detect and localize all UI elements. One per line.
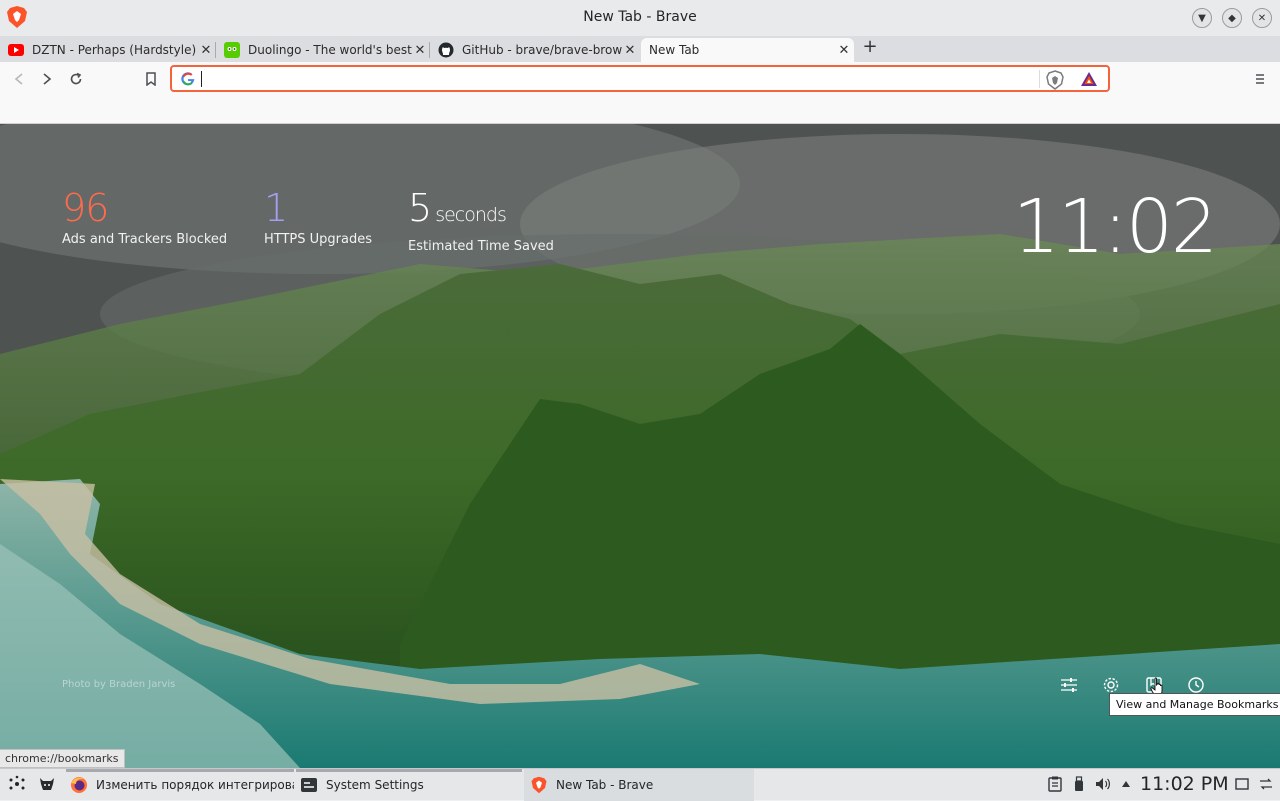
tab-label: New Tab bbox=[649, 43, 700, 57]
close-tab-icon[interactable]: ✕ bbox=[622, 43, 638, 58]
desktop-icon bbox=[1235, 778, 1249, 790]
task-label: System Settings bbox=[326, 778, 424, 792]
clipboard-icon bbox=[1048, 776, 1062, 792]
firefox-icon bbox=[70, 776, 88, 794]
brave-rewards-icon[interactable] bbox=[1080, 71, 1098, 87]
window-titlebar: New Tab - Brave ▼ ◆ ✕ bbox=[0, 0, 1280, 36]
time-saved-label: Estimated Time Saved bbox=[408, 239, 554, 254]
devices-tray-button[interactable] bbox=[1070, 775, 1088, 793]
usb-drive-icon bbox=[1075, 776, 1083, 791]
google-icon bbox=[181, 72, 195, 86]
close-tab-icon[interactable]: ✕ bbox=[412, 43, 428, 58]
tab-duolingo[interactable]: Duolingo - The world's best wa ✕ bbox=[216, 38, 430, 62]
chevron-up-icon bbox=[1122, 781, 1130, 787]
chevron-down-icon: ▼ bbox=[1198, 12, 1206, 24]
close-window-button[interactable]: ✕ bbox=[1252, 8, 1272, 28]
https-upgrades-count: 1 bbox=[264, 186, 288, 230]
time-saved-unit: seconds bbox=[435, 204, 507, 226]
window-title: New Tab - Brave bbox=[583, 9, 697, 25]
panel-arrows-icon bbox=[1260, 778, 1272, 790]
clipboard-tray-button[interactable] bbox=[1046, 775, 1064, 793]
reload-icon bbox=[70, 72, 82, 85]
tab-label: GitHub - brave/brave-browser bbox=[462, 43, 622, 57]
volume-tray-button[interactable] bbox=[1094, 775, 1112, 793]
brave-icon bbox=[530, 776, 548, 794]
task-label: New Tab - Brave bbox=[556, 778, 654, 792]
new-tab-button[interactable]: + bbox=[860, 38, 880, 58]
stat-ads-blocked: 96 Ads and Trackers Blocked bbox=[62, 186, 227, 247]
tab-label: DZTN - Perhaps (Hardstyle) | H bbox=[32, 43, 198, 57]
omnibox-divider bbox=[1039, 70, 1040, 88]
diamond-icon: ◆ bbox=[1228, 12, 1236, 24]
ads-blocked-count: 96 bbox=[62, 186, 109, 230]
history-clock-icon bbox=[1188, 677, 1204, 693]
gnu-icon bbox=[40, 778, 54, 790]
back-button[interactable] bbox=[8, 68, 30, 90]
brave-shields-icon[interactable] bbox=[1046, 70, 1064, 90]
duolingo-icon bbox=[224, 42, 240, 58]
bookmarks-tooltip: View and Manage Bookmarks bbox=[1109, 693, 1280, 716]
bookmark-icon bbox=[146, 72, 156, 86]
reload-button[interactable] bbox=[65, 68, 87, 90]
status-bar-url: chrome://bookmarks bbox=[0, 749, 125, 768]
sliders-icon bbox=[1061, 678, 1077, 692]
browser-toolbar bbox=[0, 62, 1280, 124]
taskbar: Изменить порядок интегрирова... System S… bbox=[0, 768, 1280, 801]
tab-youtube[interactable]: DZTN - Perhaps (Hardstyle) | H ✕ bbox=[0, 38, 216, 62]
menu-button[interactable] bbox=[1249, 68, 1271, 90]
taskbar-clock[interactable]: 11:02 PM bbox=[1140, 773, 1229, 795]
time-saved-value: 5 seconds bbox=[408, 186, 554, 237]
minimize-button[interactable]: ▼ bbox=[1192, 8, 1212, 28]
close-tab-icon[interactable]: ✕ bbox=[198, 43, 214, 58]
customize-button[interactable] bbox=[1058, 674, 1080, 696]
forward-arrow-icon bbox=[43, 73, 52, 85]
task-system-settings[interactable]: System Settings bbox=[294, 769, 522, 801]
tab-new-tab[interactable]: New Tab ✕ bbox=[641, 38, 854, 62]
close-icon: ✕ bbox=[1257, 12, 1267, 24]
maximize-button[interactable]: ◆ bbox=[1222, 8, 1242, 28]
task-firefox[interactable]: Изменить порядок интегрирова... bbox=[64, 769, 294, 801]
address-bar[interactable] bbox=[170, 65, 1110, 92]
app-launcher-button[interactable] bbox=[8, 775, 26, 793]
ads-blocked-label: Ads and Trackers Blocked bbox=[62, 232, 228, 247]
settings-icon bbox=[300, 776, 318, 794]
speaker-icon bbox=[1096, 778, 1110, 790]
panel-settings-button[interactable] bbox=[1257, 775, 1275, 793]
kde-launcher-icon bbox=[9, 775, 25, 790]
pinned-app-button[interactable] bbox=[38, 775, 56, 793]
back-arrow-icon bbox=[14, 73, 23, 85]
task-label: Изменить порядок интегрирова... bbox=[96, 778, 294, 792]
forward-button[interactable] bbox=[36, 68, 58, 90]
tray-expand-button[interactable] bbox=[1117, 775, 1135, 793]
task-brave[interactable]: New Tab - Brave bbox=[524, 769, 754, 801]
hamburger-menu-icon bbox=[1256, 74, 1264, 84]
tab-strip: DZTN - Perhaps (Hardstyle) | H ✕ Duoling… bbox=[0, 36, 1280, 62]
new-tab-clock: 11:02 bbox=[1012, 184, 1218, 270]
plus-icon: + bbox=[862, 36, 878, 57]
close-tab-icon[interactable]: ✕ bbox=[836, 43, 852, 58]
new-tab-page: 96 Ads and Trackers Blocked 1 HTTPS Upgr… bbox=[0, 124, 1280, 768]
photo-credit[interactable]: Photo by Braden Jarvis bbox=[62, 679, 175, 690]
stat-time-saved: 5 seconds Estimated Time Saved bbox=[408, 186, 554, 254]
gear-icon bbox=[1103, 677, 1119, 693]
youtube-icon bbox=[8, 42, 24, 58]
stat-https-upgrades: 1 HTTPS Upgrades bbox=[264, 186, 372, 247]
bookmark-button[interactable] bbox=[140, 68, 162, 90]
show-desktop-button[interactable] bbox=[1233, 775, 1251, 793]
tab-github[interactable]: GitHub - brave/brave-browser ✕ bbox=[430, 38, 640, 62]
https-upgrades-label: HTTPS Upgrades bbox=[264, 232, 373, 247]
time-saved-number: 5 bbox=[408, 186, 432, 230]
text-caret bbox=[201, 71, 202, 87]
address-input[interactable] bbox=[204, 69, 1004, 89]
tab-label: Duolingo - The world's best wa bbox=[248, 43, 412, 57]
github-icon bbox=[438, 42, 454, 58]
